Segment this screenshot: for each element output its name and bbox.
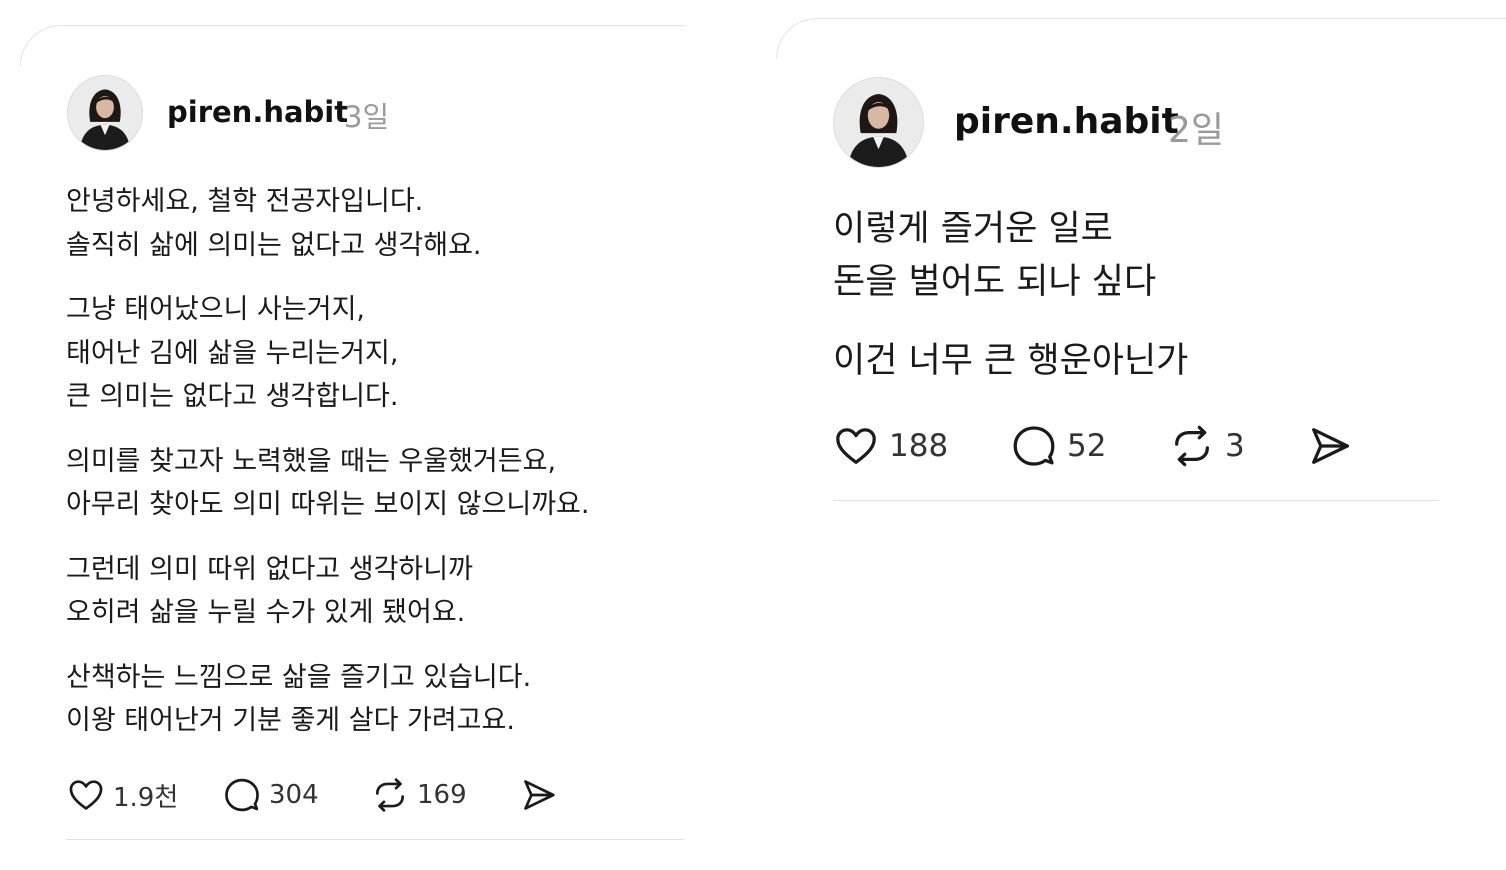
divider	[833, 500, 1439, 501]
like-button[interactable]: 1.9천	[67, 776, 178, 814]
text-line: 안녕하세요, 철학 전공자입니다.	[66, 186, 424, 217]
text-line: 오히려 삶을 누릴 수가 있게 됐어요.	[66, 597, 466, 628]
speech-bubble-icon	[225, 778, 259, 812]
repost-count: 3	[1225, 428, 1245, 464]
post-time: 3일	[344, 100, 390, 134]
text-line: 이렇게 즐거운 일로	[833, 209, 1113, 249]
paragraph: 그냥 태어났으니 사는거지, 태어난 김에 삶을 누리는거지, 큰 의미는 없다…	[66, 288, 589, 419]
divider	[66, 839, 684, 840]
text-line: 돈을 벌어도 되나 싶다	[833, 262, 1157, 302]
reply-count: 304	[269, 780, 319, 810]
post-body: 이렇게 즐거운 일로 돈을 벌어도 되나 싶다 이건 너무 큰 행운아닌가	[833, 203, 1188, 388]
card-border-arc	[20, 25, 685, 66]
reply-count: 52	[1067, 428, 1107, 464]
repost-button[interactable]: 169	[371, 776, 467, 814]
paragraph: 이렇게 즐거운 일로 돈을 벌어도 되나 싶다	[833, 203, 1188, 309]
repost-icon	[1175, 425, 1209, 467]
paragraph: 이건 너무 큰 행운아닌가	[833, 335, 1188, 388]
paragraph: 산책하는 느낌으로 삶을 즐기고 있습니다. 이왕 태어난거 기분 좋게 살다 …	[66, 656, 589, 743]
text-line: 의미를 찾고자 노력했을 때는 우울했거든요,	[66, 445, 557, 477]
send-icon	[524, 780, 555, 810]
text-line: 이건 너무 큰 행운아닌가	[833, 341, 1189, 381]
paragraph: 의미를 찾고자 노력했을 때는 우울했거든요, 아무리 찾아도 의미 따위는 보…	[66, 440, 589, 527]
speech-bubble-icon	[1013, 426, 1055, 466]
send-icon	[1312, 428, 1349, 464]
share-button[interactable]	[1307, 423, 1353, 469]
text-line: 그냥 태어났으니 사는거지,	[66, 294, 365, 325]
avatar[interactable]	[67, 75, 143, 151]
like-count: 188	[889, 428, 949, 464]
profile-photo	[68, 76, 142, 150]
reply-button[interactable]: 52	[1011, 423, 1106, 469]
text-line: 큰 의미는 없다고 생각합니다.	[66, 381, 399, 412]
avatar[interactable]	[833, 77, 924, 168]
text-line: 솔직히 삶에 의미는 없다고 생각해요.	[66, 229, 482, 261]
threads-screenshot: piren.habit 3일 안녕하세요, 철학 전공자입니다. 솔직히 삶에 …	[0, 0, 1506, 870]
share-button[interactable]	[520, 776, 558, 814]
repost-count: 169	[417, 780, 467, 810]
text-line: 아무리 찾아도 의미 따위는 보이지 않으니까요.	[66, 489, 590, 520]
like-button[interactable]: 188	[833, 423, 948, 469]
post-body: 안녕하세요, 철학 전공자입니다. 솔직히 삶에 의미는 없다고 생각해요. 그…	[66, 180, 589, 743]
text-line: 그런데 의미 따위 없다고 생각하니까	[66, 553, 473, 585]
profile-photo	[834, 78, 923, 167]
repost-icon	[375, 778, 405, 812]
heart-icon	[69, 780, 103, 810]
heart-icon	[836, 428, 876, 464]
text-line: 이왕 태어난거 기분 좋게 살다 가려고요.	[66, 705, 515, 736]
repost-button[interactable]: 3	[1169, 423, 1245, 469]
username[interactable]: piren.habit	[954, 101, 1179, 142]
text-line: 산책하는 느낌으로 삶을 즐기고 있습니다.	[66, 661, 532, 693]
reply-button[interactable]: 304	[223, 776, 319, 814]
text-line: 태어난 김에 삶을 누리는거지,	[66, 337, 399, 369]
like-count: 1.9천	[113, 782, 179, 813]
post-time: 2일	[1168, 110, 1225, 151]
username[interactable]: piren.habit	[167, 95, 348, 129]
paragraph: 그런데 의미 따위 없다고 생각하니까 오히려 삶을 누릴 수가 있게 됐어요.	[66, 548, 589, 635]
paragraph: 안녕하세요, 철학 전공자입니다. 솔직히 삶에 의미는 없다고 생각해요.	[66, 180, 589, 267]
card-border-arc	[776, 18, 1506, 59]
